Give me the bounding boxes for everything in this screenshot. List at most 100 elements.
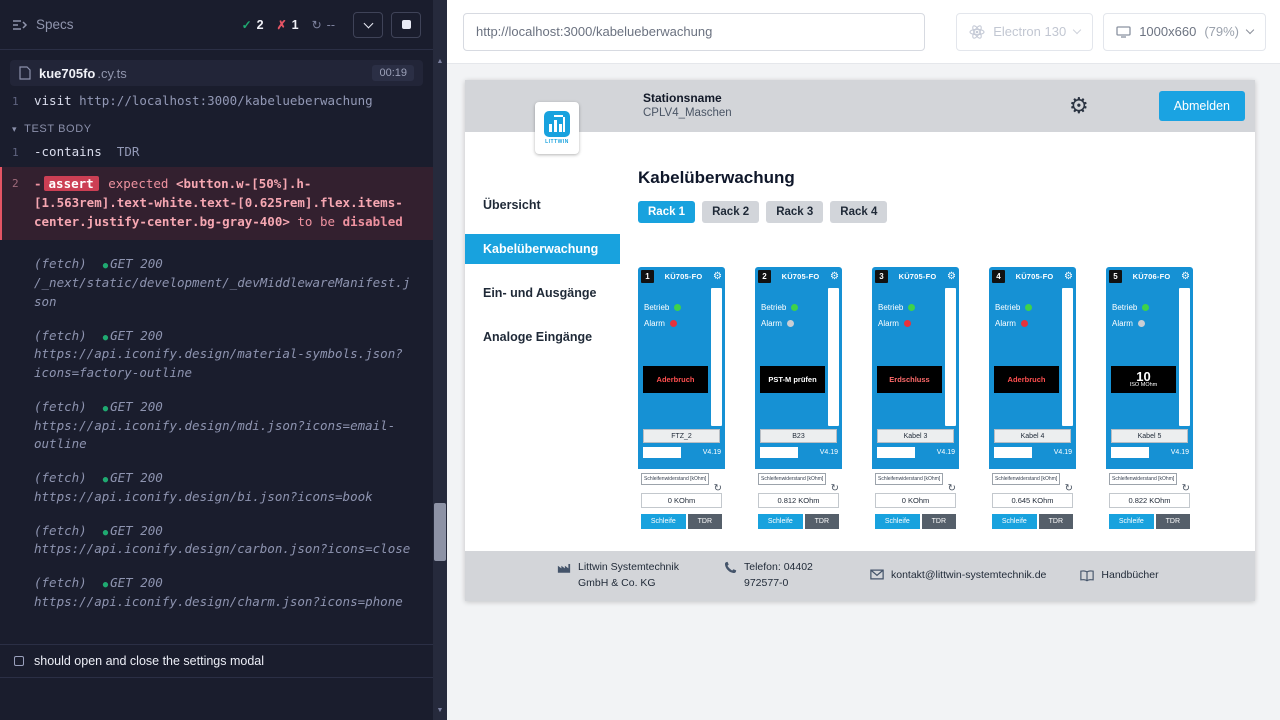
- contains-command-row[interactable]: 1 -contains TDR: [0, 141, 433, 162]
- refresh-icon[interactable]: ↻: [1182, 484, 1190, 494]
- tdr-button[interactable]: TDR: [805, 514, 839, 529]
- resistance-value: 0 KOhm: [875, 493, 956, 508]
- device-gear-icon[interactable]: ⚙: [947, 272, 956, 282]
- device-number: 2: [758, 270, 771, 283]
- refresh-icon[interactable]: ↻: [1065, 484, 1073, 494]
- next-test-row[interactable]: should open and close the settings modal: [0, 644, 433, 678]
- test-body-section[interactable]: ▾ TEST BODY: [0, 111, 433, 141]
- url-input[interactable]: [463, 13, 925, 51]
- rack-tab[interactable]: Rack 1: [638, 201, 695, 223]
- line-number: [0, 255, 26, 311]
- refresh-icon[interactable]: ↻: [714, 484, 722, 494]
- status-display: Aderbruch: [994, 366, 1059, 393]
- network-log-entry[interactable]: (fetch)●GET 200 /_next/static/developmen…: [0, 255, 433, 311]
- device-gear-icon[interactable]: ⚙: [1181, 272, 1190, 282]
- cable-name[interactable]: FTZ_2: [643, 429, 720, 443]
- alarm-led: [1138, 320, 1145, 327]
- visit-command-row[interactable]: 1 visit http://localhost:3000/kabelueber…: [0, 90, 433, 111]
- refresh-icon[interactable]: ↻: [948, 484, 956, 494]
- aut-panel: Electron 130 1000x660 (79%) LITTWIN Stat…: [447, 0, 1280, 720]
- schleife-button[interactable]: Schleife: [1109, 514, 1154, 529]
- cable-name[interactable]: Kabel 5: [1111, 429, 1188, 443]
- betrieb-label: Betrieb: [878, 303, 903, 312]
- cable-name[interactable]: Kabel 4: [994, 429, 1071, 443]
- specs-menu-icon[interactable]: [12, 19, 28, 31]
- resistance-value: 0.822 KOhm: [1109, 493, 1190, 508]
- version-field: [643, 447, 681, 458]
- betrieb-led: [674, 304, 681, 311]
- device-gear-icon[interactable]: ⚙: [713, 272, 722, 282]
- next-test-title: should open and close the settings modal: [34, 654, 264, 668]
- rack-tab[interactable]: Rack 2: [702, 201, 759, 223]
- device-number: 5: [1109, 270, 1122, 283]
- electron-icon: [969, 24, 985, 40]
- device-card: 3 KÜ705-FO ⚙ Betrieb Ala: [872, 267, 959, 551]
- sidebar-item[interactable]: Kabelüberwachung: [465, 234, 620, 264]
- sidebar-item[interactable]: Ein- und Ausgänge: [465, 278, 620, 308]
- footer-item[interactable]: kontakt@littwin-systemtechnik.de: [870, 568, 1046, 584]
- footer-item[interactable]: Littwin Systemtechnik GmbH & Co. KG: [557, 560, 690, 592]
- network-log-entry[interactable]: (fetch)●GET 200 https://api.iconify.desi…: [0, 469, 433, 507]
- footer-item[interactable]: Telefon: 04402 972577-0: [724, 560, 836, 592]
- betrieb-label: Betrieb: [761, 303, 786, 312]
- device-gear-icon[interactable]: ⚙: [1064, 272, 1073, 282]
- browser-select[interactable]: Electron 130: [956, 13, 1093, 51]
- network-log-entry[interactable]: (fetch)●GET 200 https://api.iconify.desi…: [0, 327, 433, 383]
- schleife-button[interactable]: Schleife: [875, 514, 920, 529]
- alarm-led: [787, 320, 794, 327]
- device-gear-icon[interactable]: ⚙: [830, 272, 839, 282]
- tdr-button[interactable]: TDR: [1156, 514, 1190, 529]
- stop-button[interactable]: [391, 12, 421, 38]
- stop-icon: [402, 20, 411, 29]
- tdr-button[interactable]: TDR: [1039, 514, 1073, 529]
- assert-badge: assert: [44, 176, 99, 191]
- scroll-down-icon[interactable]: ▼: [433, 707, 447, 714]
- logout-button[interactable]: Abmelden: [1159, 91, 1245, 121]
- settings-gear-icon[interactable]: ⚙: [1069, 95, 1089, 117]
- refresh-icon[interactable]: ↻: [831, 484, 839, 494]
- check-icon: ✓: [242, 18, 252, 32]
- firmware-version: V4.19: [1054, 449, 1072, 456]
- command-log: 1 visit http://localhost:3000/kabelueber…: [0, 86, 433, 644]
- littwin-logo: LITTWIN: [535, 102, 579, 154]
- network-log-entry[interactable]: (fetch)●GET 200 https://api.iconify.desi…: [0, 574, 433, 612]
- viewport-select[interactable]: 1000x660 (79%): [1103, 13, 1266, 51]
- betrieb-led: [1142, 304, 1149, 311]
- line-number: 1: [0, 93, 26, 108]
- success-dot-icon: ●: [103, 261, 108, 271]
- device-card: 2 KÜ705-FO ⚙ Betrieb Ala: [755, 267, 842, 551]
- alarm-label: Alarm: [878, 319, 899, 328]
- network-log-entry[interactable]: (fetch)●GET 200 https://api.iconify.desi…: [0, 522, 433, 560]
- status-display: Erdschluss: [877, 366, 942, 393]
- scroll-up-icon[interactable]: ▲: [433, 58, 447, 65]
- cable-name[interactable]: B23: [760, 429, 837, 443]
- schleife-button[interactable]: Schleife: [641, 514, 686, 529]
- footer-item[interactable]: Handbücher: [1080, 568, 1158, 584]
- collapse-button[interactable]: [353, 12, 383, 38]
- specs-label[interactable]: Specs: [36, 17, 74, 32]
- chevron-down-icon: ▾: [12, 124, 17, 135]
- failed-assert-row[interactable]: 2 -assert expected <button.w-[50%].h-[1.…: [0, 167, 433, 240]
- sidebar-nav: Übersicht Kabelüberwachung Ein- und Ausg…: [465, 132, 620, 551]
- runner-scrollbar[interactable]: ▲ ▼: [433, 0, 447, 720]
- scrollbar-thumb[interactable]: [434, 503, 446, 561]
- tdr-button[interactable]: TDR: [688, 514, 722, 529]
- schleife-button[interactable]: Schleife: [992, 514, 1037, 529]
- firmware-version: V4.19: [820, 449, 838, 456]
- chevron-down-icon: [1073, 26, 1081, 34]
- spec-name[interactable]: kue705fo: [39, 66, 95, 81]
- alarm-led: [670, 320, 677, 327]
- station-info: Stationsname CPLV4_Maschen: [643, 90, 732, 122]
- resistance-value: 0.645 KOhm: [992, 493, 1073, 508]
- device-number: 4: [992, 270, 1005, 283]
- alarm-label: Alarm: [995, 319, 1016, 328]
- rack-tab[interactable]: Rack 3: [766, 201, 823, 223]
- failed-stat: ✗1: [277, 18, 299, 32]
- sidebar-item[interactable]: Übersicht: [465, 190, 620, 220]
- rack-tab[interactable]: Rack 4: [830, 201, 887, 223]
- tdr-button[interactable]: TDR: [922, 514, 956, 529]
- network-log-entry[interactable]: (fetch)●GET 200 https://api.iconify.desi…: [0, 398, 433, 454]
- cable-name[interactable]: Kabel 3: [877, 429, 954, 443]
- sidebar-item[interactable]: Analoge Eingänge: [465, 322, 620, 352]
- schleife-button[interactable]: Schleife: [758, 514, 803, 529]
